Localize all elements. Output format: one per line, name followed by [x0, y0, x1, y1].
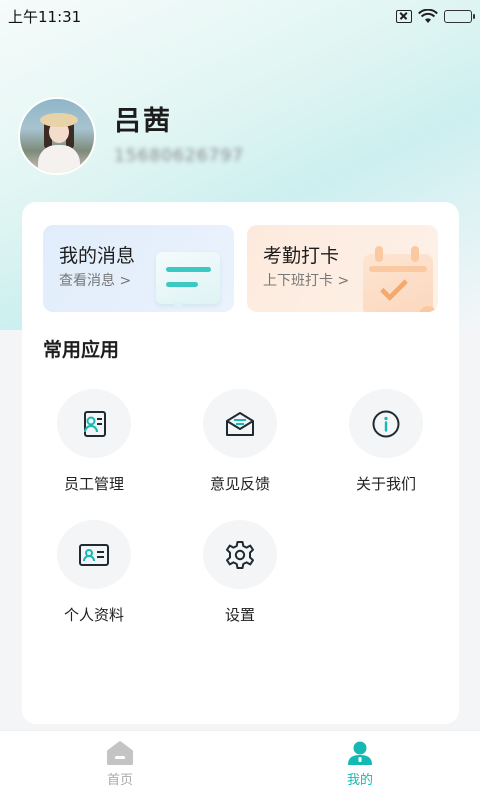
status-time: 上午11:31 [8, 7, 82, 26]
id-card-icon [57, 520, 131, 589]
app-label: 员工管理 [63, 475, 124, 493]
app-label: 意见反馈 [209, 475, 270, 493]
wifi-icon [418, 8, 438, 23]
app-settings[interactable]: 设置 [180, 520, 300, 625]
tab-home-label: 首页 [106, 773, 133, 788]
info-icon [349, 389, 423, 458]
gear-icon [203, 520, 277, 589]
message-illustration-icon [156, 252, 220, 310]
employee-badge-icon [57, 389, 131, 458]
tab-mine[interactable]: 我的 [240, 731, 480, 800]
user-name: 吕茜 [114, 106, 172, 137]
app-feedback[interactable]: 意见反馈 [180, 389, 300, 494]
app-label: 设置 [224, 606, 255, 624]
app-employee-management[interactable]: 员工管理 [34, 389, 154, 494]
app-label: 个人资料 [63, 606, 124, 624]
status-bar: 上午11:31 [0, 0, 480, 32]
tab-home[interactable]: 首页 [0, 731, 240, 800]
avatar[interactable] [18, 97, 96, 175]
attendance-title: 考勤打卡 [263, 245, 340, 267]
app-about-us[interactable]: 关于我们 [326, 389, 446, 494]
envelope-icon [203, 389, 277, 458]
battery-icon [444, 9, 475, 23]
my-messages-title: 我的消息 [59, 245, 136, 267]
calendar-check-icon [363, 246, 437, 312]
no-sim-icon [396, 9, 412, 23]
profile-text: 吕茜 15680626797 [114, 99, 244, 166]
common-apps-title: 常用应用 [43, 339, 120, 361]
user-icon [348, 741, 372, 765]
user-phone: 15680626797 [114, 146, 244, 166]
tab-mine-label: 我的 [346, 773, 373, 788]
app-personal-profile[interactable]: 个人资料 [34, 520, 154, 625]
main-card: 我的消息 查看消息 > 考勤打卡 上下班打卡 > 常用应用 员工管理 意见反馈 … [22, 202, 459, 724]
home-icon [107, 741, 133, 765]
my-messages-card[interactable]: 我的消息 查看消息 > [43, 225, 234, 312]
profile-header: 吕茜 15680626797 [18, 97, 244, 175]
view-messages-link: 查看消息 > [59, 273, 132, 289]
status-icons [396, 8, 475, 24]
app-label: 关于我们 [355, 475, 416, 493]
bottom-tab-bar: 首页 我的 [0, 730, 480, 800]
clock-in-link: 上下班打卡 > [263, 273, 350, 289]
attendance-card[interactable]: 考勤打卡 上下班打卡 > [247, 225, 438, 312]
